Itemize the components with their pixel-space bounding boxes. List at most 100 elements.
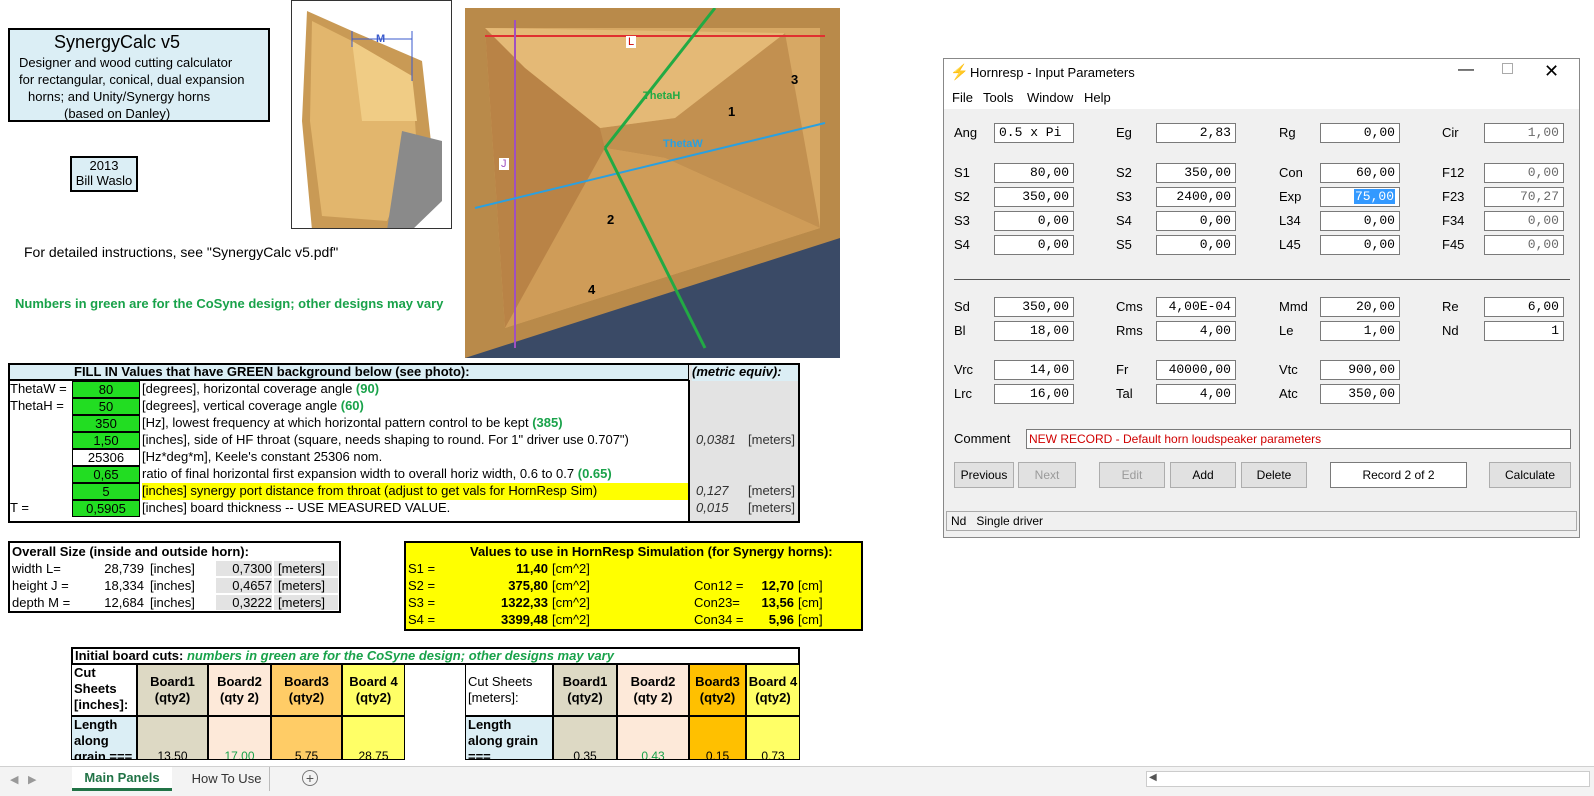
menu-window[interactable]: Window	[1027, 90, 1073, 105]
field-s4[interactable]: 0,00	[994, 235, 1074, 255]
cuts-label-line: [meters]:	[468, 690, 519, 705]
field-cir[interactable]: 1,00	[1484, 123, 1564, 143]
field-value-selected: 75,00	[1353, 189, 1395, 204]
field-f45[interactable]: 0,00	[1484, 235, 1564, 255]
board-name: Board1	[562, 674, 608, 689]
photo-label-thetah: ThetaH	[643, 90, 681, 102]
field-label-rms: Rms	[1116, 323, 1143, 338]
subtitle-line: horns; and Unity/Synergy horns	[28, 89, 211, 104]
board-length-value: 0,15	[689, 716, 746, 760]
hv-row-name: S4 =	[408, 612, 436, 627]
field-f23[interactable]: 70,27	[1484, 187, 1564, 207]
comment-field[interactable]: NEW RECORD - Default horn loudspeaker pa…	[1026, 429, 1571, 449]
fill-value-cell[interactable]: 50	[72, 398, 140, 415]
fill-value-cell[interactable]: 1,50	[72, 432, 140, 449]
field-s4[interactable]: 0,00	[1156, 211, 1236, 231]
overall-meters-unit: [meters]	[274, 595, 338, 610]
cuts-label-right: Cut Sheets [meters]:	[465, 664, 553, 716]
minimize-icon[interactable]: —	[1458, 61, 1474, 79]
maximize-icon[interactable]	[1502, 63, 1513, 74]
field-cms[interactable]: 4,00E-04	[1156, 297, 1236, 317]
board-qty: (qty2)	[755, 690, 791, 705]
status-bar: Nd Single driver	[946, 511, 1577, 531]
field-le[interactable]: 1,00	[1320, 321, 1400, 341]
field-con[interactable]: 60,00	[1320, 163, 1400, 183]
field-lrc[interactable]: 16,00	[994, 384, 1074, 404]
field-rg[interactable]: 0,00	[1320, 123, 1400, 143]
delete-button[interactable]: Delete	[1241, 462, 1307, 488]
field-s3[interactable]: 2400,00	[1156, 187, 1236, 207]
field-s5[interactable]: 0,00	[1156, 235, 1236, 255]
field-label-cir: Cir	[1442, 125, 1459, 140]
field-label-ang: Ang	[954, 125, 978, 140]
edit-button[interactable]: Edit	[1099, 462, 1165, 488]
field-label-atc: Atc	[1279, 386, 1298, 401]
menu-file[interactable]: File	[952, 90, 973, 105]
field-nd[interactable]: 1	[1484, 321, 1564, 341]
previous-button[interactable]: Previous	[954, 462, 1014, 488]
horizontal-scrollbar[interactable]: ◀	[1146, 771, 1590, 787]
overall-inches: 28,739	[104, 561, 144, 576]
tab-main-panels[interactable]: Main Panels	[72, 767, 172, 791]
field-label-tal: Tal	[1116, 386, 1133, 401]
field-re[interactable]: 6,00	[1484, 297, 1564, 317]
fill-value-cell[interactable]: 25306	[72, 449, 140, 466]
field-label-vtc: Vtc	[1279, 362, 1298, 377]
scroll-left-arrow-icon[interactable]: ◀	[1149, 772, 1157, 783]
hv-con-name: Con23=	[694, 595, 740, 610]
fill-value-cell[interactable]: 5	[72, 483, 140, 500]
board-name: Board 4	[748, 674, 798, 689]
field-vtc[interactable]: 900,00	[1320, 360, 1400, 380]
add-sheet-icon[interactable]: +	[302, 770, 318, 786]
field-atc[interactable]: 350,00	[1320, 384, 1400, 404]
field-s3[interactable]: 0,00	[994, 211, 1074, 231]
field-label-l34: L34	[1279, 213, 1301, 228]
field-fr[interactable]: 40000,00	[1156, 360, 1236, 380]
metric-value: 0,0381	[696, 432, 736, 447]
field-l45[interactable]: 0,00	[1320, 235, 1400, 255]
metric-unit: [meters]	[748, 483, 795, 498]
field-mmd[interactable]: 20,00	[1320, 297, 1400, 317]
fill-value-cell[interactable]: 0,65	[72, 466, 140, 483]
fill-value-cell[interactable]: 80	[72, 381, 140, 398]
hv-con-unit: [cm]	[798, 612, 823, 627]
fill-value-cell[interactable]: 350	[72, 415, 140, 432]
photo-label-2: 2	[607, 212, 615, 227]
field-tal[interactable]: 4,00	[1156, 384, 1236, 404]
field-label-nd: Nd	[1442, 323, 1459, 338]
calculate-button[interactable]: Calculate	[1489, 462, 1571, 488]
field-vrc[interactable]: 14,00	[994, 360, 1074, 380]
overall-inches-unit: [inches]	[150, 595, 195, 610]
menu-tools[interactable]: Tools	[983, 90, 1013, 105]
field-ang[interactable]: 0.5 x Pi	[994, 123, 1074, 143]
field-label-vrc: Vrc	[954, 362, 974, 377]
credit-box: 2013 Bill Waslo	[70, 156, 138, 192]
cuts-row-label-line: Length	[468, 717, 512, 732]
overall-size-box: Overall Size (inside and outside horn): …	[8, 541, 341, 613]
dialog-titlebar[interactable]: ⚡ Hornresp - Input Parameters — ✕	[944, 59, 1579, 87]
field-f12[interactable]: 0,00	[1484, 163, 1564, 183]
scroll-right-icon[interactable]: ▶	[28, 773, 36, 786]
field-eg[interactable]: 2,83	[1156, 123, 1236, 143]
field-s2[interactable]: 350,00	[1156, 163, 1236, 183]
field-l34[interactable]: 0,00	[1320, 211, 1400, 231]
field-rms[interactable]: 4,00	[1156, 321, 1236, 341]
field-s2[interactable]: 350,00	[994, 187, 1074, 207]
next-button[interactable]: Next	[1018, 462, 1076, 488]
board-header: Board2 (qty 2)	[208, 664, 271, 716]
fill-row-name: ThetaH =	[10, 398, 64, 413]
scroll-left-icon[interactable]: ◀	[10, 773, 18, 786]
field-s1[interactable]: 80,00	[994, 163, 1074, 183]
field-sd[interactable]: 350,00	[994, 297, 1074, 317]
field-bl[interactable]: 18,00	[994, 321, 1074, 341]
cuts-label-left: Cut Sheets [inches]:	[71, 664, 137, 716]
fill-value-cell[interactable]: 0,5905	[72, 500, 140, 517]
menu-help[interactable]: Help	[1084, 90, 1111, 105]
field-f34[interactable]: 0,00	[1484, 211, 1564, 231]
field-exp[interactable]: 75,00	[1320, 187, 1400, 207]
field-label-s4: S4	[954, 237, 970, 252]
close-icon[interactable]: ✕	[1544, 61, 1559, 82]
add-button[interactable]: Add	[1170, 462, 1236, 488]
overall-row-name: height J =	[12, 578, 69, 593]
tab-how-to-use[interactable]: How To Use	[184, 767, 270, 791]
